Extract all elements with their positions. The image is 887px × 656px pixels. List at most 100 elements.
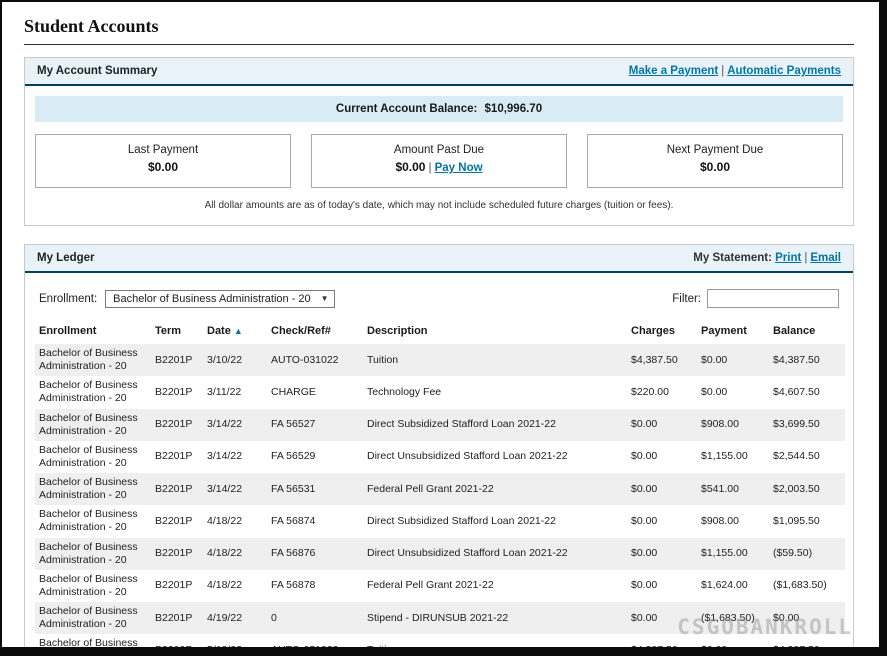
- cell-ref: CHARGE: [267, 376, 363, 408]
- ledger-row: Bachelor of Business Administration - 20…: [35, 570, 845, 602]
- page-title: Student Accounts: [24, 10, 854, 44]
- cell-term: B2201P: [151, 441, 203, 473]
- enrollment-selected-value: Bachelor of Business Administration - 20: [113, 293, 311, 305]
- cell-date: 4/18/22: [203, 538, 267, 570]
- make-a-payment-link[interactable]: Make a Payment: [629, 65, 719, 77]
- cell-term: B2201P: [151, 344, 203, 376]
- page: Student Accounts My Account Summary Make…: [2, 2, 879, 647]
- cell-term: B2201P: [151, 505, 203, 537]
- ledger-panel: My Ledger My Statement: Print|Email Enro…: [24, 244, 854, 647]
- cell-date: 3/14/22: [203, 473, 267, 505]
- ledger-header-links: My Statement: Print|Email: [693, 252, 841, 264]
- cell-date: 5/19/22: [203, 634, 267, 647]
- cell-ref: AUTO-051922: [267, 634, 363, 647]
- cell-date: 3/10/22: [203, 344, 267, 376]
- cell-term: B2201P: [151, 376, 203, 408]
- column-header-date-label: Date: [207, 325, 231, 337]
- title-divider: [24, 44, 854, 45]
- cell-description: Direct Unsubsidized Stafford Loan 2021-2…: [363, 538, 627, 570]
- summary-boxes: Last Payment $0.00 Amount Past Due $0.00…: [35, 134, 843, 188]
- ledger-table-head: Enrollment Term Date▲ Check/Ref# Descrip…: [35, 320, 845, 344]
- cell-term: B2202P: [151, 634, 203, 647]
- cell-description: Direct Subsidized Stafford Loan 2021-22: [363, 505, 627, 537]
- cell-term: B2201P: [151, 473, 203, 505]
- cell-description: Federal Pell Grant 2021-22: [363, 570, 627, 602]
- cell-ref: FA 56878: [267, 570, 363, 602]
- column-header-charges[interactable]: Charges: [627, 320, 697, 344]
- column-header-date[interactable]: Date▲: [203, 320, 267, 344]
- account-summary-title: My Account Summary: [37, 65, 157, 77]
- cell-date: 4/18/22: [203, 505, 267, 537]
- cell-description: Stipend - DIRUNSUB 2021-22: [363, 602, 627, 634]
- cell-ref: 0: [267, 602, 363, 634]
- column-header-enrollment[interactable]: Enrollment: [35, 320, 151, 344]
- cell-description: Technology Fee: [363, 376, 627, 408]
- cell-charges: $0.00: [627, 473, 697, 505]
- cell-term: B2201P: [151, 602, 203, 634]
- cell-charges: $0.00: [627, 570, 697, 602]
- amount-past-due-amount: $0.00: [395, 160, 425, 174]
- cell-balance: $2,003.50: [769, 473, 845, 505]
- last-payment-value: $0.00: [36, 160, 290, 174]
- column-header-description[interactable]: Description: [363, 320, 627, 344]
- ledger-row: Bachelor of Business Administration - 20…: [35, 409, 845, 441]
- cell-date: 4/18/22: [203, 570, 267, 602]
- cell-charges: $0.00: [627, 538, 697, 570]
- ledger-body: Enrollment: Bachelor of Business Adminis…: [25, 273, 853, 647]
- cell-enrollment: Bachelor of Business Administration - 20: [35, 441, 151, 473]
- cell-description: Federal Pell Grant 2021-22: [363, 473, 627, 505]
- last-payment-box: Last Payment $0.00: [35, 134, 291, 188]
- cell-balance: $4,607.50: [769, 376, 845, 408]
- automatic-payments-link[interactable]: Automatic Payments: [727, 65, 841, 77]
- cell-date: 3/14/22: [203, 409, 267, 441]
- cell-balance: ($59.50): [769, 538, 845, 570]
- email-link[interactable]: Email: [810, 252, 841, 264]
- cell-charges: $0.00: [627, 441, 697, 473]
- summary-header-links: Make a Payment|Automatic Payments: [629, 65, 841, 77]
- print-link[interactable]: Print: [775, 252, 801, 264]
- cell-ref: AUTO-031022: [267, 344, 363, 376]
- column-header-payment[interactable]: Payment: [697, 320, 769, 344]
- ledger-header: My Ledger My Statement: Print|Email: [25, 245, 853, 273]
- pay-now-link[interactable]: Pay Now: [435, 162, 483, 174]
- next-payment-due-box: Next Payment Due $0.00: [587, 134, 843, 188]
- ledger-row: Bachelor of Business Administration - 20…: [35, 538, 845, 570]
- statement-link-separator: |: [804, 252, 807, 264]
- cell-payment: $0.00: [697, 634, 769, 647]
- cell-description: Direct Subsidized Stafford Loan 2021-22: [363, 409, 627, 441]
- current-balance-label: Current Account Balance:: [336, 103, 477, 115]
- cell-charges: $220.00: [627, 376, 697, 408]
- cell-payment: $541.00: [697, 473, 769, 505]
- sort-ascending-icon: ▲: [234, 326, 243, 336]
- ledger-table: Enrollment Term Date▲ Check/Ref# Descrip…: [35, 320, 845, 647]
- ledger-row: Bachelor of Business Administration - 20…: [35, 473, 845, 505]
- ledger-title: My Ledger: [37, 252, 95, 264]
- my-statement-label: My Statement:: [693, 252, 772, 264]
- column-header-term[interactable]: Term: [151, 320, 203, 344]
- next-payment-due-value: $0.00: [588, 160, 842, 174]
- cell-enrollment: Bachelor of Business Administration - 20: [35, 344, 151, 376]
- last-payment-label: Last Payment: [36, 144, 290, 156]
- cell-payment: ($1,683.50): [697, 602, 769, 634]
- cell-balance: ($1,683.50): [769, 570, 845, 602]
- pay-now-separator: |: [428, 160, 431, 174]
- enrollment-select[interactable]: Bachelor of Business Administration - 20…: [105, 290, 334, 308]
- cell-charges: $4,387.50: [627, 634, 697, 647]
- cell-date: 4/19/22: [203, 602, 267, 634]
- cell-description: Tuition: [363, 634, 627, 647]
- cell-charges: $0.00: [627, 409, 697, 441]
- cell-ref: FA 56874: [267, 505, 363, 537]
- column-header-balance[interactable]: Balance: [769, 320, 845, 344]
- cell-term: B2201P: [151, 570, 203, 602]
- ledger-controls: Enrollment: Bachelor of Business Adminis…: [35, 283, 843, 320]
- account-summary-header: My Account Summary Make a Payment|Automa…: [25, 58, 853, 86]
- cell-charges: $4,387.50: [627, 344, 697, 376]
- filter-input[interactable]: [707, 289, 839, 308]
- cell-balance: $3,699.50: [769, 409, 845, 441]
- cell-ref: FA 56527: [267, 409, 363, 441]
- cell-enrollment: Bachelor of Business Administration - 20: [35, 409, 151, 441]
- ledger-row: Bachelor of Business Administration - 20…: [35, 505, 845, 537]
- column-header-check-ref[interactable]: Check/Ref#: [267, 320, 363, 344]
- content-area: Student Accounts My Account Summary Make…: [2, 2, 879, 647]
- link-separator: |: [721, 65, 724, 77]
